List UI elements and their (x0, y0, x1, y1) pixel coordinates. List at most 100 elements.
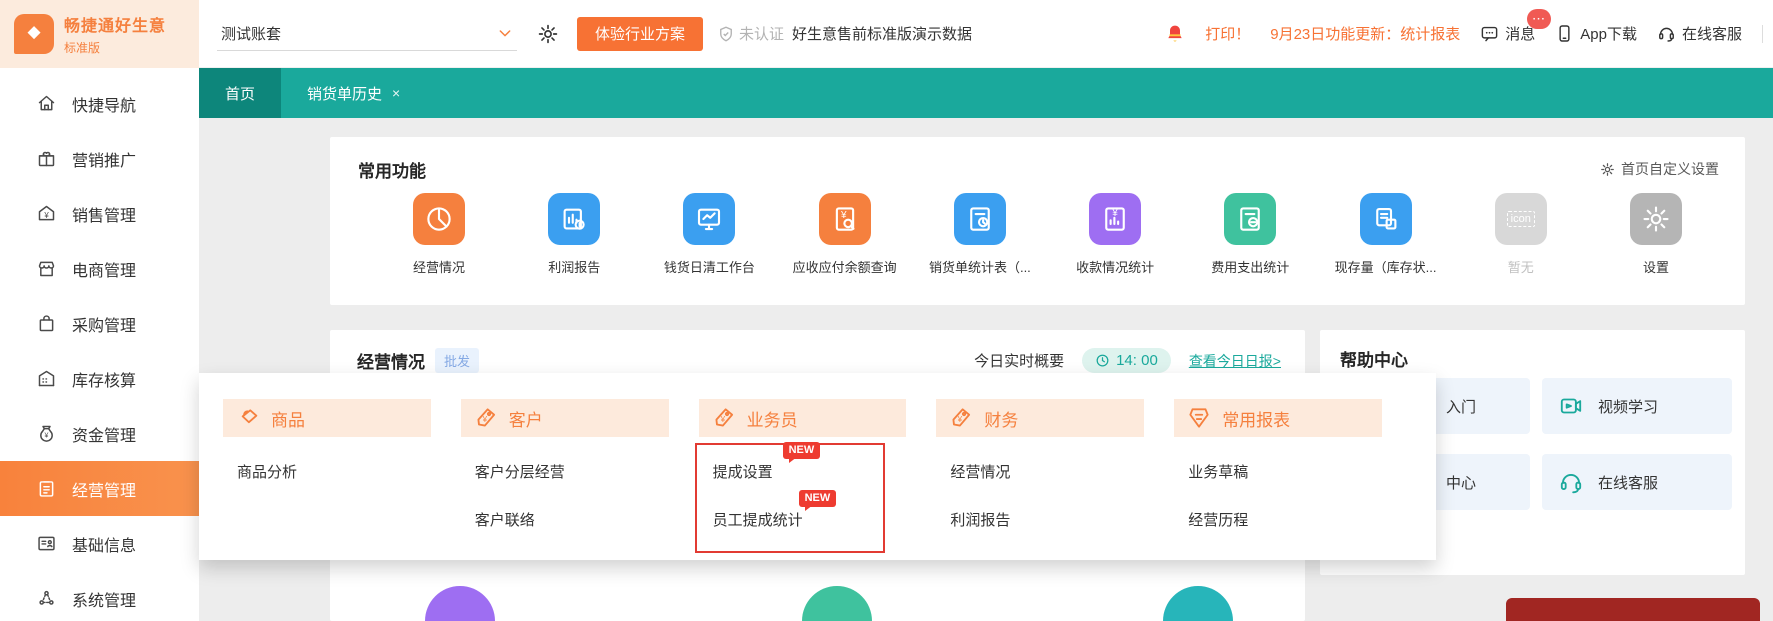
home-customize-link[interactable]: 首页自定义设置 (1600, 159, 1719, 179)
chevron-down-icon[interactable] (497, 25, 513, 41)
help-tile[interactable]: 视频学习 (1542, 378, 1732, 434)
help-tile[interactable]: 在线客服 (1542, 454, 1732, 510)
mega-menu-category[interactable]: 常用报表 (1174, 399, 1382, 437)
price-tag-icon: ¥ (948, 405, 974, 431)
mega-menu-category[interactable]: 商品 (223, 399, 431, 437)
help-tile-label: 视频学习 (1598, 396, 1658, 417)
warehouse-icon (36, 368, 57, 389)
daily-report-link[interactable]: 查看今日日报> (1189, 351, 1281, 371)
quick-function-label: 现存量（库存状... (1321, 257, 1451, 276)
help-tile-label: 中心 (1446, 472, 1476, 493)
cert-shield-icon (717, 25, 735, 43)
mega-menu-item[interactable]: 客户分层经营 (461, 461, 565, 482)
mega-menu-category[interactable]: ¥ 客户 (461, 399, 669, 437)
quick-functions-panel: 常用功能 首页自定义设置 经营情况利润报告钱货日清工作台¥应收应付余额查询销货单… (330, 137, 1745, 305)
mega-menu-item[interactable]: 提成设置NEW (699, 461, 773, 482)
account-select[interactable]: 测试账套 (217, 17, 517, 51)
quick-function-item[interactable]: 销货单统计表（... (915, 193, 1045, 276)
video-icon (1558, 393, 1584, 419)
brand-logo[interactable]: 畅捷通好生意 标准版 (0, 0, 199, 68)
collect-stats-icon: ¥ (1089, 193, 1141, 245)
quick-function-item[interactable]: 设置 (1591, 193, 1721, 276)
mega-menu-item[interactable]: 客户联络 (461, 509, 535, 530)
quick-function-label: 销货单统计表（... (915, 257, 1045, 276)
mega-menu-category-label: 商品 (271, 406, 305, 431)
sidebar-item[interactable]: 采购管理 (0, 296, 199, 351)
tab-active[interactable]: 首页 (199, 68, 281, 118)
headset-icon (1558, 469, 1584, 495)
help-panel-title: 帮助中心 (1340, 346, 1408, 371)
quick-function-item[interactable]: ¥ 应收应付余额查询 (780, 193, 910, 276)
sidebar-item[interactable]: ¥资金管理 (0, 406, 199, 461)
quick-function-item[interactable]: ¥ 收款情况统计 (1050, 193, 1180, 276)
wholesale-badge: 批发 (435, 348, 479, 373)
sidebar-item[interactable]: 快捷导航 (0, 76, 199, 131)
toolbar-divider (1762, 25, 1763, 43)
quick-function-label: 应收应付余额查询 (780, 257, 910, 276)
mega-menu-item[interactable]: 商品分析 (223, 461, 297, 482)
mega-menu-category[interactable]: ¥ 业务员 (699, 399, 907, 437)
expense-minus-icon (1224, 193, 1276, 245)
quick-function-item[interactable]: 利润报告 (509, 193, 639, 276)
trial-plan-button[interactable]: 体验行业方案 (577, 17, 703, 51)
cert-status-badge[interactable]: 未认证 (717, 23, 784, 44)
headset-icon (1657, 24, 1676, 43)
online-service-button[interactable]: 在线客服 (1657, 23, 1742, 44)
mega-menu-column: ¥ 业务员提成设置NEW 员工提成统计NEW (699, 399, 937, 560)
sidebar-item[interactable]: ¥销售管理 (0, 186, 199, 241)
messages-button[interactable]: 消息 ··· (1480, 23, 1535, 44)
sidebar-item[interactable]: 经营管理 (0, 461, 199, 516)
message-bubble-icon (1480, 24, 1499, 43)
tab-inactive[interactable]: 销货单历史 × (281, 68, 426, 118)
sidebar-item[interactable]: 基础信息 (0, 516, 199, 571)
tab-label: 销货单历史 (307, 83, 382, 104)
update-notice-link[interactable]: 9月23日功能更新：统计报表 (1270, 23, 1460, 44)
mega-menu-category-label: 业务员 (747, 406, 798, 431)
app-download-button[interactable]: App下载 (1555, 23, 1637, 44)
sidebar-item[interactable]: 库存核算 (0, 351, 199, 406)
sidebar-item[interactable]: 电商管理 (0, 241, 199, 296)
tab-label: 首页 (225, 83, 255, 104)
mega-menu-category-label: 客户 (509, 406, 543, 431)
sidebar-item-label: 快捷导航 (72, 92, 136, 116)
quick-function-item[interactable]: 经营情况 (374, 193, 504, 276)
quick-function-label: 收款情况统计 (1050, 257, 1180, 276)
svg-text:¥: ¥ (840, 210, 847, 221)
quick-function-item[interactable]: 钱货日清工作台 (644, 193, 774, 276)
svg-text:¥: ¥ (719, 415, 725, 424)
help-tile-label: 在线客服 (1598, 472, 1658, 493)
home-icon (36, 93, 57, 114)
mega-menu-item[interactable]: 业务草稿 (1174, 461, 1248, 482)
mega-menu-item[interactable]: 经营情况 (936, 461, 1010, 482)
mega-menu-column: 常用报表业务草稿经营历程 (1174, 399, 1412, 560)
quick-function-label: 费用支出统计 (1185, 257, 1315, 276)
mega-menu-item[interactable]: 利润报告 (936, 509, 1010, 530)
time-value: 14: 00 (1116, 352, 1158, 369)
sidebar-item-label: 销售管理 (72, 202, 136, 226)
mega-menu-category[interactable]: ¥财务 (936, 399, 1144, 437)
sidebar-item[interactable]: 营销推广 (0, 131, 199, 186)
money-bag-icon: ¥ (36, 423, 57, 444)
bottom-right-banner[interactable] (1506, 598, 1760, 621)
mega-menu-dropdown: 商品商品分析¥客户客户分层经营客户联络¥业务员提成设置NEW员工提成统计NEW¥… (199, 373, 1436, 560)
shopping-bag-icon (36, 313, 57, 334)
quick-function-item[interactable]: 现存量（库存状... (1321, 193, 1451, 276)
price-tag-icon: ¥ (473, 405, 499, 431)
quick-function-item[interactable]: 费用支出统计 (1185, 193, 1315, 276)
sidebar-item[interactable]: 系统管理 (0, 571, 199, 621)
quick-function-item: icon暂无 (1456, 193, 1586, 276)
tab-close-icon[interactable]: × (392, 85, 400, 101)
print-alert-link[interactable]: 打印！ (1205, 23, 1250, 44)
mega-menu-item[interactable]: 员工提成统计NEW (699, 509, 803, 530)
quick-function-label: 利润报告 (509, 257, 639, 276)
brand-name: 畅捷通好生意 (64, 12, 166, 36)
kpi-donut-circle (802, 586, 872, 621)
settings-gear-icon[interactable] (537, 23, 559, 45)
monitor-icon (683, 193, 735, 245)
goods-bag-icon (235, 405, 261, 431)
notification-bell-icon[interactable] (1165, 23, 1185, 45)
mega-menu-item[interactable]: 经营历程 (1174, 509, 1248, 530)
brand-logo-icon (14, 14, 54, 54)
business-panel-header: 经营情况 批发 今日实时概要 14: 00 查看今日日报> (357, 348, 1281, 373)
cert-status-label: 未认证 (739, 23, 784, 44)
